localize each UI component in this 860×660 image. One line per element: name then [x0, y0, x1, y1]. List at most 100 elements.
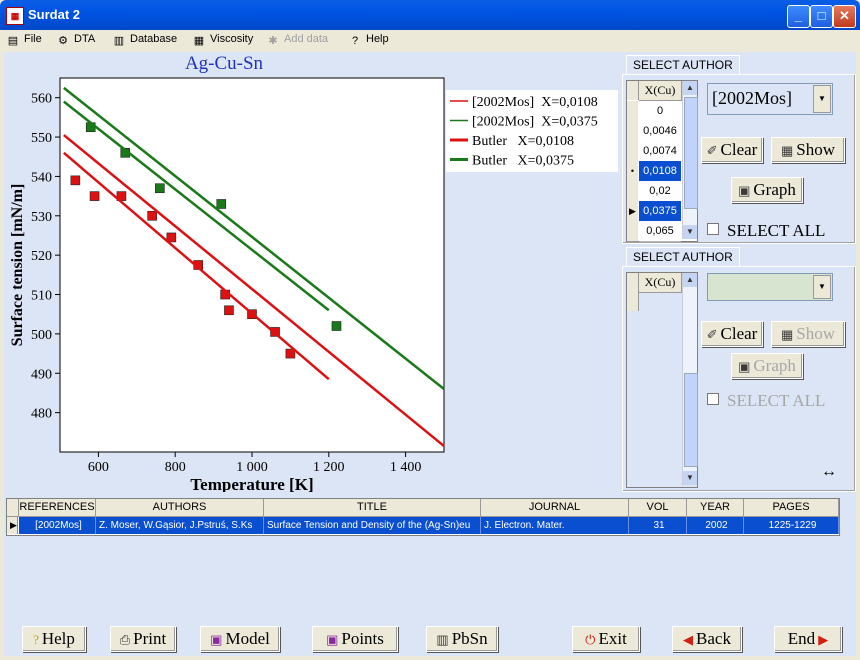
chart-title: Ag-Cu-Sn	[185, 53, 264, 74]
checkbox-box[interactable]	[707, 223, 719, 235]
model-button[interactable]: ▣ Model	[200, 626, 280, 652]
grid-row-indicator[interactable]	[627, 221, 638, 242]
menu-add-data: ✱ Add data	[266, 33, 328, 47]
grid-row-xcu[interactable]: 0,0375	[639, 201, 681, 222]
menu-dta[interactable]: ⚙ DTA	[56, 33, 95, 47]
grid-row-xcu[interactable]: 0,0108	[639, 161, 681, 182]
clear-button-2[interactable]: ✐ Clear	[701, 321, 763, 347]
arrow-left-icon: ◀	[683, 632, 694, 647]
pbsn-button[interactable]: ▥ PbSn	[426, 626, 498, 652]
column-header-journal[interactable]: JOURNAL	[481, 499, 629, 517]
table-cell-pages[interactable]: 1225-1229	[744, 517, 839, 534]
column-header-authors[interactable]: AUTHORS	[96, 499, 264, 517]
column-header-pages[interactable]: PAGES	[744, 499, 839, 517]
x-axis-label: Temperature [K]	[190, 475, 313, 492]
column-header-references[interactable]: REFERENCES	[19, 499, 96, 517]
back-button[interactable]: ◀ Back	[672, 626, 742, 652]
file-icon: ▤	[7, 35, 19, 47]
graph-icon: ▣	[738, 183, 751, 198]
grid-row-xcu[interactable]: 0,0074	[639, 141, 681, 162]
tab-select-author-1[interactable]: SELECT AUTHOR	[626, 55, 740, 76]
grid-header-xcu[interactable]: X(Cu)	[639, 81, 682, 101]
points-button[interactable]: ▣ Points	[312, 626, 398, 652]
table-cell-reference[interactable]: [2002Mos]	[19, 517, 96, 534]
grid-row-indicator[interactable]	[627, 121, 638, 142]
table-cell-journal[interactable]: J. Electron. Mater.	[481, 517, 629, 534]
database-icon: ▥	[113, 35, 125, 47]
data-point	[147, 210, 157, 221]
xcu-grid-1[interactable]: X(Cu) 0 0,0046 0,0074 • 0,0108 0,02 ▶ 0,0375 0,0…	[626, 80, 698, 242]
select-author-panel-1: X(Cu) 0 0,0046 0,0074 • 0,0108 0,02 ▶ 0,0375 0,0…	[622, 74, 856, 244]
menu-database[interactable]: ▥ Database	[112, 33, 177, 47]
show-button-1[interactable]: ▦ Show	[771, 137, 845, 163]
minimize-button[interactable]: _	[787, 5, 810, 28]
row-pointer-icon: ▶	[7, 517, 18, 534]
author-combo-1[interactable]: [2002Mos] ▼	[707, 83, 833, 115]
grid-row-xcu[interactable]: 0,0046	[639, 121, 681, 142]
chevron-down-icon[interactable]: ▼	[813, 275, 831, 299]
grid-row-indicator[interactable]	[627, 181, 638, 202]
menu-help[interactable]: ? Help	[348, 33, 389, 47]
scroll-down-icon[interactable]: ▼	[683, 225, 697, 239]
grid-row-indicator[interactable]	[627, 101, 638, 122]
viscosity-icon: ▦	[193, 35, 205, 47]
scroll-up-icon[interactable]: ▲	[683, 273, 697, 287]
scroll-up-icon[interactable]: ▲	[683, 81, 697, 95]
window-title: Surdat 2	[28, 7, 81, 22]
grid-scrollbar-2[interactable]: ▲ ▼	[682, 273, 698, 485]
grid-header-xcu-2[interactable]: X(Cu)	[639, 273, 682, 293]
show-button-2[interactable]: ▦ Show	[771, 321, 845, 347]
column-header-year[interactable]: YEAR	[687, 499, 744, 517]
references-table[interactable]: REFERENCES AUTHORS TITLE JOURNAL VOL YEA…	[6, 498, 840, 536]
scroll-down-icon[interactable]: ▼	[683, 471, 697, 485]
menu-viscosity[interactable]: ▦ Viscosity	[192, 33, 253, 47]
help-button[interactable]: ? Help	[22, 626, 86, 652]
author-combo-2[interactable]: ▼	[707, 273, 833, 301]
menu-file[interactable]: ▤ File	[6, 33, 42, 47]
printer-icon: ⎙	[119, 632, 131, 647]
grid-row-indicator[interactable]	[627, 141, 638, 162]
grid-row-indicator[interactable]: •	[627, 161, 638, 182]
xcu-grid-2[interactable]: X(Cu) ▲ ▼	[626, 272, 698, 488]
graph-button-1[interactable]: ▣ Graph	[731, 177, 803, 203]
y-tick-label: 540	[31, 170, 52, 185]
clear-button-1[interactable]: ✐ Clear	[701, 137, 763, 163]
table-cell-authors[interactable]: Z. Moser, W.Gąsior, J.Pstruś, S.Ks	[96, 517, 264, 534]
grid-row-xcu[interactable]: 0	[639, 101, 681, 122]
data-point	[155, 183, 165, 194]
surdat-app-icon[interactable]: ▦	[6, 7, 24, 25]
calculator-icon: ▦	[780, 327, 794, 342]
end-button[interactable]: End ▶	[774, 626, 842, 652]
scroll-thumb[interactable]	[684, 97, 698, 209]
table-cell-title[interactable]: Surface Tension and Density of the (Ag-S…	[264, 517, 481, 534]
data-point	[224, 305, 234, 316]
tab-select-author-2[interactable]: SELECT AUTHOR	[626, 247, 740, 268]
checkbox-box[interactable]	[707, 393, 719, 405]
column-header-title[interactable]: TITLE	[264, 499, 481, 517]
print-button[interactable]: ⎙ Print	[110, 626, 176, 652]
table-cell-vol[interactable]: 31	[629, 517, 687, 534]
grid-row-xcu[interactable]: 0,02	[639, 181, 681, 202]
close-button[interactable]: ✕	[833, 5, 856, 28]
grid-row-xcu[interactable]: 0,065	[639, 221, 681, 242]
y-tick-label: 520	[31, 249, 52, 264]
column-header-vol[interactable]: VOL	[629, 499, 687, 517]
select-all-checkbox-2[interactable]: SELECT ALL	[707, 391, 825, 411]
graph-icon: ▣	[326, 632, 339, 647]
eraser-icon: ✐	[706, 143, 718, 158]
maximize-button[interactable]: □	[810, 5, 833, 28]
surface-tension-chart: Ag-Cu-Sn Temperature [K] Surface tension…	[9, 53, 618, 494]
scroll-thumb[interactable]	[684, 373, 698, 467]
x-tick-label: 800	[165, 460, 186, 475]
chevron-down-icon[interactable]: ▼	[813, 85, 831, 113]
grid-scrollbar-1[interactable]: ▲ ▼	[682, 81, 698, 239]
exit-button[interactable]: ⏻ Exit	[572, 626, 640, 652]
legend-label: Butler X=0,0375	[472, 154, 574, 169]
menu-bar: ▤ File ⚙ DTA ▥ Database ▦ Viscosity ✱ Add dat…	[4, 30, 856, 50]
resize-horizontal-icon[interactable]: ↔	[821, 463, 837, 481]
add-data-icon: ✱	[268, 35, 278, 47]
table-cell-year[interactable]: 2002	[687, 517, 744, 534]
grid-row-indicator[interactable]: ▶	[627, 201, 638, 222]
select-all-checkbox-1[interactable]: SELECT ALL	[707, 221, 825, 241]
graph-button-2[interactable]: ▣ Graph	[731, 353, 803, 379]
